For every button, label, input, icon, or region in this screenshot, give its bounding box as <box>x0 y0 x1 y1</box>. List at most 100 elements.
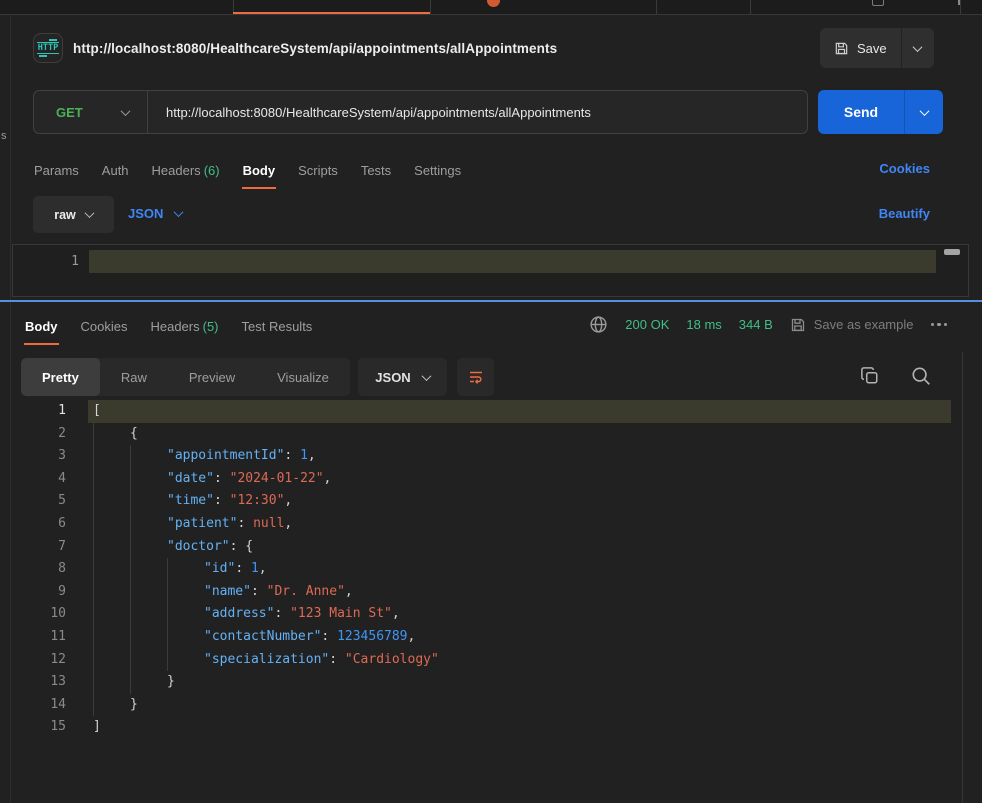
response-tabs: Body Cookies Headers(5) Test Results <box>24 308 313 344</box>
view-tab-visualize[interactable]: Visualize <box>256 358 350 396</box>
code-line: 13} <box>0 671 982 694</box>
code-line: 3"appointmentId": 1, <box>0 445 982 468</box>
code-line-number: 3 <box>0 445 66 468</box>
tab-params[interactable]: Params <box>33 154 80 187</box>
response-tab-cookies[interactable]: Cookies <box>80 310 129 343</box>
code-line-number: 5 <box>0 490 66 513</box>
code-line-number: 10 <box>0 603 66 626</box>
response-time[interactable]: 18 ms <box>686 317 721 332</box>
code-line-number: 15 <box>0 716 66 739</box>
tab-settings[interactable]: Settings <box>413 154 462 187</box>
code-line-number: 2 <box>0 423 66 446</box>
url-bar: GET http://localhost:8080/HealthcareSyst… <box>33 90 808 134</box>
response-language-label: JSON <box>375 370 410 385</box>
copy-icon <box>860 366 880 386</box>
response-code[interactable]: 1[2{3"appointmentId": 1,4"date": "2024-0… <box>0 400 982 803</box>
code-line: 12"specialization": "Cardiology" <box>0 649 982 672</box>
tab-divider <box>656 0 657 14</box>
code-line-number: 7 <box>0 536 66 559</box>
response-tab-body[interactable]: Body <box>24 310 59 343</box>
save-dropdown-button[interactable] <box>902 28 934 68</box>
tab-scripts[interactable]: Scripts <box>297 154 339 187</box>
request-tabs: Params Auth Headers(6) Body Scripts Test… <box>33 152 462 188</box>
code-line: 5"time": "12:30", <box>0 490 982 513</box>
status-code[interactable]: 200 OK <box>625 317 669 332</box>
response-language-dropdown[interactable]: JSON <box>358 358 447 396</box>
partial-tab-icon <box>958 0 960 5</box>
response-size[interactable]: 344 B <box>739 317 773 332</box>
code-line-number: 1 <box>0 400 66 423</box>
chevron-down-icon <box>919 106 929 116</box>
chevron-down-icon <box>121 106 131 116</box>
response-tab-headers[interactable]: Headers(5) <box>149 310 219 343</box>
search-icon <box>910 365 932 387</box>
request-title: http://localhost:8080/HealthcareSystem/a… <box>73 41 557 56</box>
cookies-link[interactable]: Cookies <box>879 161 930 176</box>
code-line: 9"name": "Dr. Anne", <box>0 581 982 604</box>
code-line: 10"address": "123 Main St", <box>0 603 982 626</box>
response-headers-count-badge: (5) <box>203 319 219 334</box>
code-line: 11"contactNumber": 123456789, <box>0 626 982 649</box>
save-as-example-button[interactable]: Save as example <box>790 317 914 333</box>
tab-divider <box>430 0 431 14</box>
code-line-number: 6 <box>0 513 66 536</box>
tab-divider <box>960 0 961 14</box>
code-line-number: 9 <box>0 581 66 604</box>
tab-headers[interactable]: Headers(6) <box>151 154 221 187</box>
view-tab-preview[interactable]: Preview <box>168 358 256 396</box>
editor-scrollbar-thumb[interactable] <box>944 249 960 255</box>
code-line: 14} <box>0 694 982 717</box>
beautify-link[interactable]: Beautify <box>879 206 930 221</box>
editor-active-line-highlight <box>89 250 936 273</box>
method-dropdown-button[interactable] <box>122 103 129 121</box>
code-line-number: 4 <box>0 468 66 491</box>
body-mode-dropdown[interactable]: raw <box>33 196 114 233</box>
code-line: 1[ <box>0 400 982 423</box>
view-tab-raw[interactable]: Raw <box>100 358 168 396</box>
tab-body[interactable]: Body <box>242 154 277 187</box>
tab-tests[interactable]: Tests <box>360 154 392 187</box>
code-line: 2{ <box>0 423 982 446</box>
globe-icon[interactable] <box>589 315 608 334</box>
tab-auth[interactable]: Auth <box>101 154 130 187</box>
code-line: 8"id": 1, <box>0 558 982 581</box>
editor-line-number: 1 <box>53 250 79 273</box>
view-tab-pretty[interactable]: Pretty <box>21 358 100 396</box>
floppy-save-icon <box>790 317 806 333</box>
code-line-number: 13 <box>0 671 66 694</box>
sidebar-text-fragment: s <box>1 130 7 142</box>
code-line: 4"date": "2024-01-22", <box>0 468 982 491</box>
save-button-label: Save <box>857 41 887 56</box>
http-method-badge-icon: HTTP <box>33 33 63 63</box>
body-language-dropdown[interactable]: JSON <box>128 206 182 221</box>
code-line-number: 8 <box>0 558 66 581</box>
chevron-down-icon <box>84 208 94 218</box>
wrap-text-icon <box>467 368 485 386</box>
send-button[interactable]: Send <box>818 90 943 134</box>
active-tab-underline <box>233 12 430 14</box>
send-button-label: Send <box>818 90 904 134</box>
floppy-save-icon <box>834 41 849 56</box>
body-mode-label: raw <box>54 208 76 222</box>
arrow-left-icon <box>39 55 47 57</box>
response-tab-test-results[interactable]: Test Results <box>241 310 314 343</box>
save-as-example-label: Save as example <box>814 317 914 332</box>
wrap-lines-button[interactable] <box>457 358 494 396</box>
url-input[interactable]: http://localhost:8080/HealthcareSystem/a… <box>148 105 591 120</box>
body-language-label: JSON <box>128 206 163 221</box>
code-line-number: 12 <box>0 649 66 672</box>
more-options-button[interactable] <box>931 323 948 327</box>
code-line: 7"doctor": { <box>0 536 982 559</box>
partial-tab-icon <box>872 0 884 6</box>
method-selector[interactable]: GET <box>34 105 122 120</box>
code-line-number: 11 <box>0 626 66 649</box>
save-button[interactable]: Save <box>820 28 934 68</box>
search-response-button[interactable] <box>908 363 934 389</box>
send-dropdown-button[interactable] <box>905 90 943 134</box>
pane-splitter[interactable] <box>0 300 982 302</box>
copy-response-button[interactable] <box>858 364 882 388</box>
response-view-switcher: Pretty Raw Preview Visualize <box>21 358 350 396</box>
request-body-editor[interactable]: 1 <box>12 244 969 297</box>
unsaved-changes-dot-icon <box>487 0 500 7</box>
chevron-down-icon <box>913 42 923 52</box>
